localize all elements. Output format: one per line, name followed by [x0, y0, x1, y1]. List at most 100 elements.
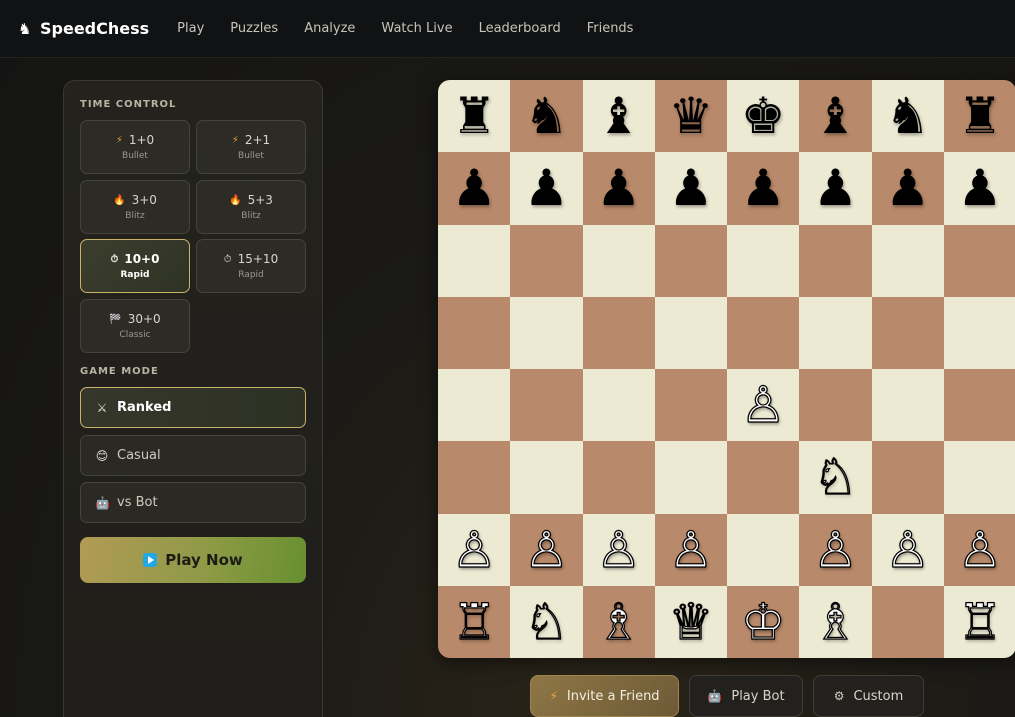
square-g3[interactable]	[871, 441, 944, 514]
chess-piece[interactable]: ♟	[885, 163, 930, 213]
time-control-2-1[interactable]: ⚡ 2+1 Bullet	[196, 120, 306, 174]
square-h5[interactable]	[943, 296, 1015, 369]
chess-piece[interactable]: ♙	[885, 524, 931, 575]
chess-piece[interactable]: ♟	[957, 163, 1002, 213]
nav-link-friends[interactable]: Friends	[587, 21, 634, 36]
square-b6[interactable]	[510, 224, 583, 297]
square-c1[interactable]: ♗	[582, 585, 655, 658]
chess-piece[interactable]: ♗	[596, 596, 642, 647]
square-d7[interactable]: ♟	[654, 152, 727, 225]
square-h1[interactable]: ♖	[943, 585, 1015, 658]
mode-ranked[interactable]: ⚔ Ranked	[80, 387, 306, 428]
square-b2[interactable]: ♙	[510, 513, 583, 586]
chess-piece[interactable]: ♟	[741, 163, 786, 213]
custom-game-button[interactable]: ⚙ Custom	[813, 675, 924, 717]
chess-piece[interactable]: ♛	[668, 91, 713, 141]
chess-piece[interactable]: ♘	[523, 596, 569, 647]
chess-board[interactable]: ♜ ♞ ♝ ♛ ♚ ♝ ♞ ♜ ♟ ♟ ♟ ♟ ♟ ♟ ♟ ♟ ♙ ♘ ♙ ♙ ♙ ♙ ♙ ♙ ♙ ♖ ♘ ♗ ♕ ♔ ♗ ♖	[438, 80, 1015, 658]
square-a8[interactable]: ♜	[438, 80, 511, 153]
play-bot-button[interactable]: 🤖 Play Bot	[689, 675, 803, 717]
square-d1[interactable]: ♕	[654, 585, 727, 658]
square-d8[interactable]: ♛	[654, 80, 727, 153]
square-e1[interactable]: ♔	[727, 585, 800, 658]
square-e4[interactable]: ♙	[727, 369, 800, 442]
square-a6[interactable]	[438, 224, 511, 297]
square-e5[interactable]	[727, 296, 800, 369]
nav-link-watch-live[interactable]: Watch Live	[381, 21, 452, 36]
chess-piece[interactable]: ♟	[452, 163, 497, 213]
chess-piece[interactable]: ♝	[596, 91, 641, 141]
square-b8[interactable]: ♞	[510, 80, 583, 153]
square-b5[interactable]	[510, 296, 583, 369]
chess-piece[interactable]: ♟	[813, 163, 858, 213]
square-h2[interactable]: ♙	[943, 513, 1015, 586]
chess-piece[interactable]: ♜	[957, 91, 1002, 141]
square-g5[interactable]	[871, 296, 944, 369]
square-c8[interactable]: ♝	[582, 80, 655, 153]
time-control-15-10[interactable]: ⏱ 15+10 Rapid	[196, 239, 306, 293]
chess-piece[interactable]: ♙	[596, 524, 642, 575]
chess-piece[interactable]: ♙	[740, 380, 786, 431]
square-b4[interactable]	[510, 369, 583, 442]
square-f2[interactable]: ♙	[799, 513, 872, 586]
square-d4[interactable]	[654, 369, 727, 442]
square-a3[interactable]	[438, 441, 511, 514]
square-h3[interactable]	[943, 441, 1015, 514]
time-control-5-3[interactable]: 🔥 5+3 Blitz	[196, 180, 306, 234]
chess-piece[interactable]: ♙	[523, 524, 569, 575]
square-e8[interactable]: ♚	[727, 80, 800, 153]
chess-piece[interactable]: ♔	[740, 596, 786, 647]
square-e7[interactable]: ♟	[727, 152, 800, 225]
square-d5[interactable]	[654, 296, 727, 369]
brand[interactable]: ♞ SpeedChess	[18, 19, 149, 38]
square-g7[interactable]: ♟	[871, 152, 944, 225]
square-e6[interactable]	[727, 224, 800, 297]
chess-piece[interactable]: ♖	[957, 596, 1003, 647]
square-c4[interactable]	[582, 369, 655, 442]
time-control-3-0[interactable]: 🔥 3+0 Blitz	[80, 180, 190, 234]
chess-piece[interactable]: ♞	[524, 91, 569, 141]
chess-piece[interactable]: ♙	[451, 524, 497, 575]
chess-piece[interactable]: ♙	[957, 524, 1003, 575]
chess-piece[interactable]: ♕	[668, 596, 714, 647]
square-a2[interactable]: ♙	[438, 513, 511, 586]
chess-piece[interactable]: ♖	[451, 596, 497, 647]
square-f5[interactable]	[799, 296, 872, 369]
chess-piece[interactable]: ♙	[668, 524, 714, 575]
square-c2[interactable]: ♙	[582, 513, 655, 586]
square-g8[interactable]: ♞	[871, 80, 944, 153]
nav-link-analyze[interactable]: Analyze	[304, 21, 355, 36]
nav-link-play[interactable]: Play	[177, 21, 204, 36]
square-f1[interactable]: ♗	[799, 585, 872, 658]
chess-piece[interactable]: ♝	[813, 91, 858, 141]
square-g6[interactable]	[871, 224, 944, 297]
nav-link-puzzles[interactable]: Puzzles	[230, 21, 278, 36]
square-f6[interactable]	[799, 224, 872, 297]
square-b3[interactable]	[510, 441, 583, 514]
square-d6[interactable]	[654, 224, 727, 297]
square-h8[interactable]: ♜	[943, 80, 1015, 153]
square-e3[interactable]	[727, 441, 800, 514]
square-f4[interactable]	[799, 369, 872, 442]
time-control-30-0[interactable]: 🏁 30+0 Classic	[80, 299, 190, 353]
chess-piece[interactable]: ♞	[885, 91, 930, 141]
mode-vs-bot[interactable]: 🤖 vs Bot	[80, 482, 306, 523]
square-a4[interactable]	[438, 369, 511, 442]
square-b7[interactable]: ♟	[510, 152, 583, 225]
square-f3[interactable]: ♘	[799, 441, 872, 514]
square-c5[interactable]	[582, 296, 655, 369]
square-d3[interactable]	[654, 441, 727, 514]
square-a5[interactable]	[438, 296, 511, 369]
chess-piece[interactable]: ♟	[596, 163, 641, 213]
square-e2[interactable]	[727, 513, 800, 586]
time-control-10-0[interactable]: ⏱ 10+0 Rapid	[80, 239, 190, 293]
play-now-button[interactable]: Play Now	[80, 537, 306, 583]
chess-piece[interactable]: ♟	[668, 163, 713, 213]
square-d2[interactable]: ♙	[654, 513, 727, 586]
square-h7[interactable]: ♟	[943, 152, 1015, 225]
square-c3[interactable]	[582, 441, 655, 514]
square-h4[interactable]	[943, 369, 1015, 442]
nav-link-leaderboard[interactable]: Leaderboard	[479, 21, 561, 36]
square-a1[interactable]: ♖	[438, 585, 511, 658]
chess-piece[interactable]: ♚	[741, 91, 786, 141]
